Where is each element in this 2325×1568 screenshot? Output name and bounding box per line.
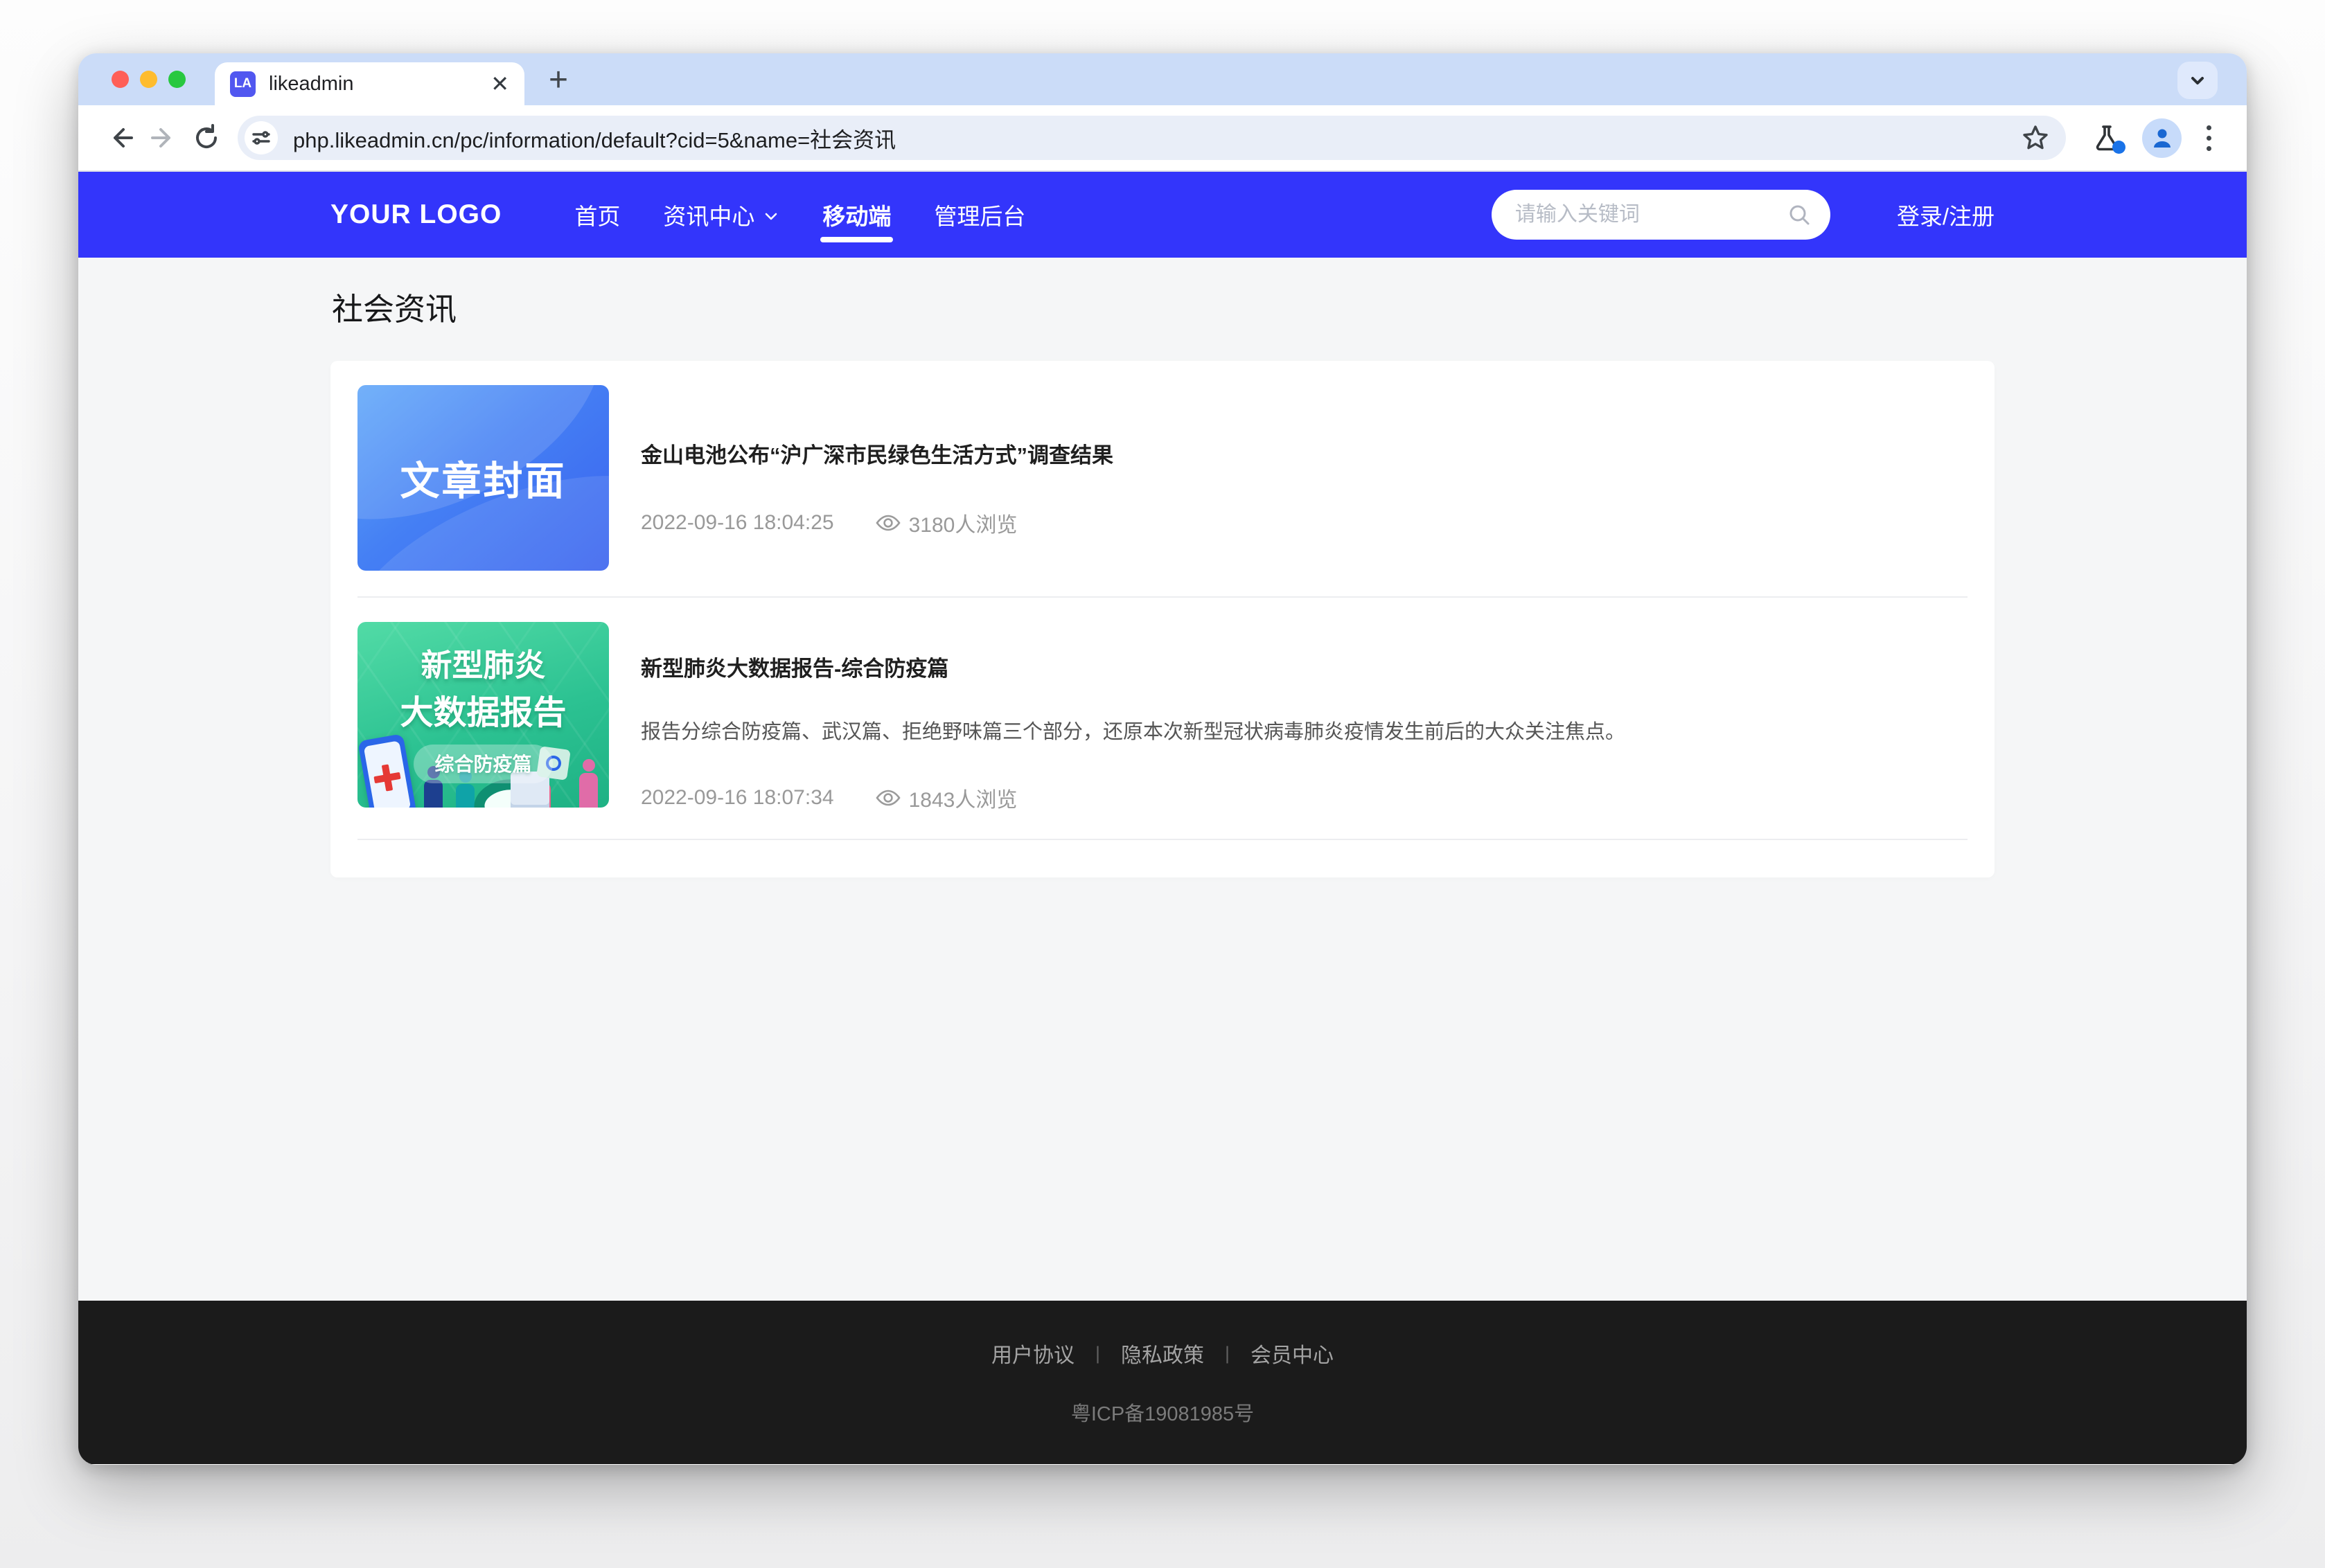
site-settings-button[interactable]: [245, 121, 278, 154]
page-title: 社会资讯: [332, 284, 1995, 329]
article-meta: 2022-09-16 18:07:34 1843人浏览: [641, 783, 1968, 813]
tab-favicon: LA: [230, 71, 256, 97]
chevron-down-icon: [2187, 70, 2208, 91]
reload-icon: [191, 123, 222, 153]
person-icon: [2150, 125, 2175, 150]
nav-item-admin[interactable]: 管理后台: [912, 172, 1047, 258]
tab-strip: LA likeadmin ✕ +: [78, 53, 2247, 105]
back-arrow-icon: [105, 123, 136, 153]
cover-badge: 综合防疫篇: [414, 745, 552, 783]
star-icon: [2020, 123, 2051, 153]
close-window-button[interactable]: [112, 71, 129, 88]
back-button[interactable]: [99, 116, 142, 159]
url-bar[interactable]: php.likeadmin.cn/pc/information/default?…: [238, 116, 2066, 160]
article-meta: 2022-09-16 18:04:25 3180人浏览: [641, 508, 1968, 538]
article-item[interactable]: 新型肺炎 大数据报告 综合防疫篇: [330, 598, 1995, 839]
footer-separator: |: [1225, 1343, 1230, 1364]
browser-toolbar: php.likeadmin.cn/pc/information/default?…: [78, 105, 2247, 172]
article-views: 3180人浏览: [876, 508, 1018, 538]
forward-arrow-icon: [148, 123, 179, 153]
chevron-down-icon: [763, 208, 779, 224]
forward-button[interactable]: [142, 116, 185, 159]
eye-icon: [876, 513, 901, 533]
cover-title-line2: 大数据报告: [357, 685, 609, 733]
tune-icon: [251, 128, 271, 148]
minimize-window-button[interactable]: [140, 71, 157, 88]
article-body: 金山电池公布“沪广深市民绿色生活方式”调查结果 2022-09-16 18:04…: [641, 385, 1968, 571]
experiments-button[interactable]: [2087, 118, 2127, 158]
search-icon[interactable]: [1786, 202, 1812, 228]
divider: [357, 839, 1968, 840]
footer-link-privacy-policy[interactable]: 隐私政策: [1121, 1338, 1204, 1369]
article-title[interactable]: 新型肺炎大数据报告-综合防疫篇: [641, 651, 1968, 682]
person-shape: [424, 780, 443, 808]
eye-icon: [876, 788, 901, 808]
article-cover-blue[interactable]: 文章封面: [357, 385, 609, 571]
bookmark-button[interactable]: [2020, 123, 2051, 153]
url-text[interactable]: php.likeadmin.cn/pc/information/default?…: [293, 123, 896, 154]
person-shape: [456, 784, 475, 808]
article-body: 新型肺炎大数据报告-综合防疫篇 报告分综合防疫篇、武汉篇、拒绝野味篇三个部分，还…: [641, 622, 1968, 813]
profile-avatar-button[interactable]: [2142, 118, 2182, 158]
new-tab-button[interactable]: +: [538, 60, 578, 100]
search-box: [1492, 190, 1830, 240]
footer-links: 用户协议 | 隐私政策 | 会员中心: [991, 1338, 1334, 1369]
login-register-link[interactable]: 登录/注册: [1897, 198, 1995, 231]
article-views: 1843人浏览: [876, 783, 1018, 813]
article-title[interactable]: 金山电池公布“沪广深市民绿色生活方式”调查结果: [641, 438, 1968, 469]
article-item[interactable]: 文章封面 金山电池公布“沪广深市民绿色生活方式”调查结果 2022-09-16 …: [330, 361, 1995, 596]
main-nav: 首页 资讯中心 移动端 管理后台: [553, 172, 1047, 258]
tab-search-button[interactable]: [2177, 62, 2218, 99]
reload-button[interactable]: [185, 116, 228, 159]
tab-close-icon[interactable]: ✕: [490, 73, 509, 95]
nav-item-news-center[interactable]: 资讯中心: [642, 172, 801, 258]
window-controls: [112, 71, 186, 88]
article-date: 2022-09-16 18:04:25: [641, 511, 834, 535]
nav-item-home[interactable]: 首页: [553, 172, 642, 258]
icp-record-number: 粤ICP备19081985号: [1071, 1398, 1254, 1427]
article-list-card: 文章封面 金山电池公布“沪广深市民绿色生活方式”调查结果 2022-09-16 …: [330, 361, 1995, 877]
tab-title: likeadmin: [269, 73, 354, 96]
site-header: YOUR LOGO 首页 资讯中心 移动端 管理后台: [78, 172, 2247, 258]
zoom-window-button[interactable]: [168, 71, 186, 88]
experiments-badge-dot: [2112, 141, 2125, 154]
footer-separator: |: [1095, 1343, 1100, 1364]
nav-item-mobile[interactable]: 移动端: [801, 172, 912, 258]
cover-text: 文章封面: [357, 385, 609, 571]
browser-tab[interactable]: LA likeadmin ✕: [215, 62, 524, 105]
person-shape: [579, 773, 598, 808]
cover-title-line1: 新型肺炎: [357, 640, 609, 685]
page-content: 社会资讯 文章封面 金山电池公布“沪广深市民绿色生活方式”调查结果 2022-0…: [78, 258, 2247, 1301]
search-input[interactable]: [1515, 203, 1786, 226]
site-footer: 用户协议 | 隐私政策 | 会员中心 粤ICP备19081985号: [78, 1301, 2247, 1464]
footer-link-member-center[interactable]: 会员中心: [1250, 1338, 1334, 1369]
article-cover-green[interactable]: 新型肺炎 大数据报告 综合防疫篇: [357, 622, 609, 808]
browser-window: LA likeadmin ✕ + php.likeadmin.cn/pc/inf…: [78, 53, 2247, 1465]
phone-shape: [357, 733, 416, 808]
site-logo[interactable]: YOUR LOGO: [330, 199, 502, 230]
browser-menu-button[interactable]: [2191, 118, 2226, 158]
article-date: 2022-09-16 18:07:34: [641, 786, 834, 810]
footer-link-user-agreement[interactable]: 用户协议: [991, 1338, 1075, 1369]
article-description: 报告分综合防疫篇、武汉篇、拒绝野味篇三个部分，还原本次新型冠状病毒肺炎疫情发生前…: [641, 718, 1968, 747]
